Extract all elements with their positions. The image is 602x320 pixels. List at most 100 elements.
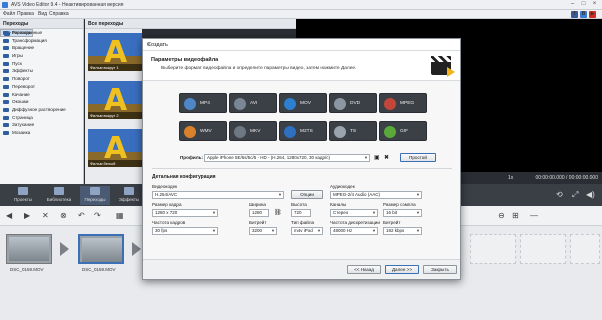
frame-size-label: Размер кадра: [152, 202, 182, 207]
category-item[interactable]: Эффекты: [0, 67, 83, 75]
category-item[interactable]: Окошки: [0, 98, 83, 106]
category-item[interactable]: Пуск: [0, 60, 83, 68]
storyboard-icon[interactable]: ▦: [116, 211, 124, 220]
format-mp4-button[interactable]: MP4: [179, 93, 227, 113]
category-item[interactable]: Переворот: [0, 83, 83, 91]
folder-icon: [3, 92, 9, 97]
category-item[interactable]: Диффузное растворение: [0, 106, 83, 114]
playback-speed[interactable]: 1x: [508, 175, 513, 181]
options-button[interactable]: Опции: [291, 190, 323, 199]
format-m2ts-button[interactable]: M2TS: [279, 121, 327, 141]
link-icon[interactable]: ⛓: [274, 209, 282, 216]
format-mpeg-button[interactable]: MPEG: [379, 93, 427, 113]
ts-icon: [334, 126, 346, 138]
delete-icon[interactable]: ✕: [42, 211, 49, 220]
undo-icon[interactable]: ↶: [78, 211, 85, 220]
category-label: Трансформация: [12, 37, 47, 43]
video-clip[interactable]: [78, 234, 124, 264]
prev-icon[interactable]: ◀: [6, 211, 12, 220]
sampling-rate-select[interactable]: 48000 Hz ▼: [330, 227, 378, 235]
channels-select[interactable]: Стерео ▼: [330, 209, 378, 217]
stop-icon[interactable]: ⊗: [60, 211, 67, 220]
transitions-icon: [90, 187, 100, 195]
format-label: MKV: [250, 129, 261, 134]
transition-arrow-icon[interactable]: [132, 242, 141, 256]
maximize-icon[interactable]: □: [579, 1, 588, 8]
next-icon[interactable]: ▶: [24, 211, 30, 220]
undo-icon[interactable]: ⟲: [556, 190, 563, 199]
layout-icon[interactable]: ⊞: [512, 211, 519, 220]
projects-button[interactable]: Проекты: [8, 186, 38, 205]
zoom-out-icon[interactable]: ⊖: [498, 211, 505, 220]
category-item[interactable]: Мозаика: [0, 129, 83, 137]
effects-button[interactable]: Эффекты: [114, 186, 144, 205]
close-icon[interactable]: ×: [590, 1, 599, 8]
redo-icon[interactable]: ↷: [94, 211, 101, 220]
library-button[interactable]: Библиотека: [44, 186, 74, 205]
format-label: AVI: [250, 101, 258, 106]
frame-rate-select[interactable]: 30 fps ▼: [152, 227, 218, 235]
category-item[interactable]: Качание: [0, 91, 83, 99]
save-profile-icon[interactable]: ▣: [374, 154, 380, 161]
category-item[interactable]: Страница: [0, 114, 83, 122]
format-mov-button[interactable]: MOV: [279, 93, 327, 113]
sample-size-select[interactable]: 16 bit ▼: [383, 209, 422, 217]
mkv-icon: [234, 126, 246, 138]
format-mkv-button[interactable]: MKV: [229, 121, 277, 141]
delete-profile-icon[interactable]: ✖: [384, 154, 389, 161]
audio-codec-select[interactable]: MPEG-2/4 Audio (AAC) ▼: [330, 191, 422, 199]
transitions-button[interactable]: Переходы: [80, 186, 110, 205]
menu-file[interactable]: Файл: [3, 11, 15, 17]
menu-help[interactable]: Справка: [49, 11, 69, 17]
transition-thumbnail[interactable]: A Фильм белый: [88, 129, 142, 167]
category-item[interactable]: Расширенные: [0, 29, 83, 37]
audio-bitrate-select[interactable]: 192 kbps ▼: [383, 227, 422, 235]
category-item[interactable]: Игры: [0, 52, 83, 60]
thumbnail-caption: Фильм белый: [88, 160, 142, 167]
facebook-icon[interactable]: f: [571, 11, 578, 18]
blog-icon[interactable]: B: [580, 11, 587, 18]
back-button[interactable]: << Назад: [347, 265, 381, 274]
file-type-select[interactable]: m4v iPod ▼: [291, 227, 323, 235]
transition-thumbnail[interactable]: A Фильм вокруг 2: [88, 81, 142, 119]
category-item[interactable]: Вращение: [0, 44, 83, 52]
effects-icon: [124, 187, 134, 195]
volume-icon[interactable]: ◀): [586, 190, 595, 199]
close-icon[interactable]: ×: [147, 42, 456, 48]
mp4-icon: [184, 98, 196, 110]
transition-arrow-icon[interactable]: [60, 242, 69, 256]
category-label: Поворот: [12, 76, 30, 82]
dialog-heading: Параметры видеофайла: [151, 57, 219, 63]
frame-size-select[interactable]: 1280 x 720 ▼: [152, 209, 218, 217]
next-button[interactable]: Далее >>: [385, 265, 419, 274]
youtube-icon[interactable]: ▶: [589, 11, 596, 18]
menu-edit[interactable]: Правка: [17, 11, 34, 17]
category-item[interactable]: Поворот: [0, 75, 83, 83]
fullscreen-icon[interactable]: ⤢: [572, 190, 578, 200]
format-avi-button[interactable]: AVI: [229, 93, 277, 113]
category-item[interactable]: Трансформация: [0, 37, 83, 45]
grid-toolbar: [142, 19, 296, 29]
format-label: DVD: [350, 101, 361, 106]
format-ts-button[interactable]: TS: [329, 121, 377, 141]
format-wmv-button[interactable]: WMV: [179, 121, 227, 141]
transition-thumbnail[interactable]: A Фильм вокруг 1: [88, 33, 142, 71]
video-codec-select[interactable]: H.264/AVC ▼: [152, 191, 284, 199]
zoom-slider-icon[interactable]: ―: [530, 211, 538, 220]
category-item[interactable]: Затухание: [0, 121, 83, 129]
dialog-titlebar: Создать ×: [143, 39, 460, 51]
simple-button[interactable]: Простой: [400, 153, 436, 162]
folder-icon: [3, 69, 9, 74]
minimize-icon[interactable]: –: [568, 1, 577, 8]
wmv-icon: [184, 126, 196, 138]
close-button[interactable]: Закрыть: [423, 265, 457, 274]
categories-header: Переходы: [0, 19, 83, 29]
format-dvd-button[interactable]: DVD: [329, 93, 377, 113]
bitrate-select[interactable]: 3200 ▼: [249, 227, 277, 235]
video-clip[interactable]: [6, 234, 52, 264]
format-gif-button[interactable]: GIF: [379, 121, 427, 141]
menu-view[interactable]: Вид: [38, 11, 47, 17]
width-input[interactable]: 1280: [249, 209, 269, 217]
profile-select[interactable]: Apple iPhone 5E/5s/5c/5 - HD - (H.264, 1…: [204, 154, 370, 162]
height-input[interactable]: 720: [291, 209, 311, 217]
